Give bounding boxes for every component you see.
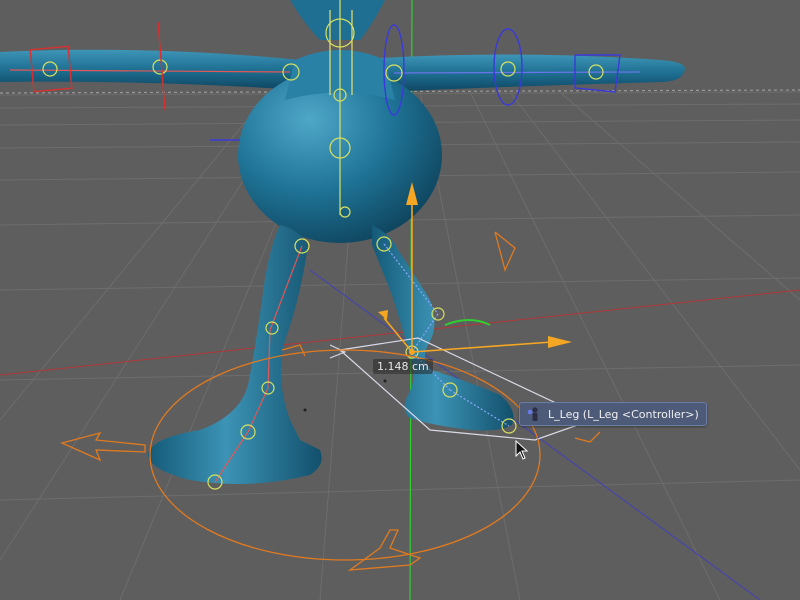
character-joint-icon [527,407,538,421]
z-axis-handle[interactable] [378,310,388,320]
scene-canvas[interactable] [0,0,800,600]
measure-label: 1.148 cm [373,359,433,374]
vertex-dot [383,379,387,383]
manipulator-center[interactable] [409,349,415,355]
hover-tooltip: L_Leg (L_Leg <Controller>) [519,402,707,426]
tooltip-text: L_Leg (L_Leg <Controller>) [548,407,699,421]
foot-controller-edge [329,344,347,359]
vertex-dot [303,408,307,412]
3d-viewport[interactable]: 1.148 cm L_Leg (L_Leg <Controller>) [0,0,800,600]
x-axis-handle[interactable] [548,336,572,348]
head-mesh[interactable] [290,0,385,40]
mouse-cursor-icon [515,440,529,460]
rotation-handle[interactable] [444,319,491,326]
